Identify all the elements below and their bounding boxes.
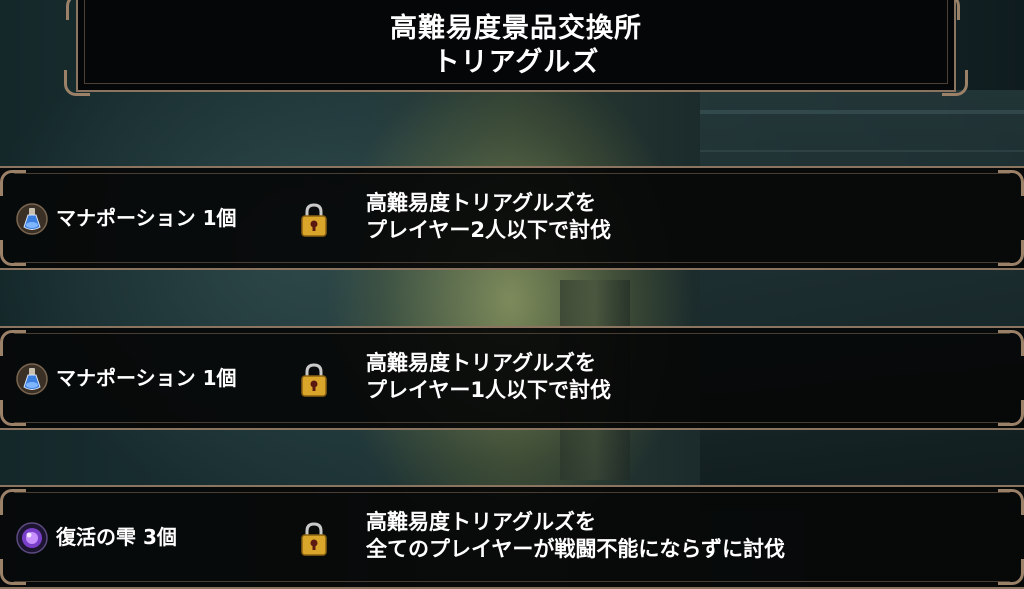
ornament-corner-icon	[0, 559, 26, 585]
ornament-corner-icon	[998, 400, 1024, 426]
unlock-condition: 高難易度トリアグルズを プレイヤー2人以下で討伐	[366, 190, 611, 244]
condition-line-2: プレイヤー2人以下で討伐	[366, 218, 611, 242]
reward-row[interactable]: 復活の雫 3個 高難易度トリアグルズを 全てのプレイヤーが戦闘不能にならずに討伐	[0, 485, 1024, 589]
ornament-corner-icon	[998, 170, 1024, 196]
mana-potion-icon	[16, 203, 48, 235]
reward-item-name: マナポーション 1個	[56, 206, 237, 230]
ornament-corner-icon	[0, 240, 26, 266]
ornament-corner-icon	[0, 330, 26, 356]
unlock-condition: 高難易度トリアグルズを プレイヤー1人以下で討伐	[366, 350, 611, 404]
condition-line-1: 高難易度トリアグルズを	[366, 510, 596, 534]
lock-icon	[301, 363, 327, 397]
game-screen: 高難易度景品交換所 トリアグルズ マナポーション 1個 高難易度トリアグルズを …	[0, 0, 1024, 589]
title-panel: 高難易度景品交換所 トリアグルズ	[76, 0, 956, 92]
revival-drop-icon	[16, 522, 48, 554]
reward-row[interactable]: マナポーション 1個 高難易度トリアグルズを プレイヤー2人以下で討伐	[0, 166, 1024, 270]
ornament-corner-icon	[66, 0, 92, 20]
ornament-corner-icon	[0, 489, 26, 515]
reward-row[interactable]: マナポーション 1個 高難易度トリアグルズを プレイヤー1人以下で討伐	[0, 326, 1024, 430]
reward-item-name: マナポーション 1個	[56, 366, 237, 390]
ornament-corner-icon	[998, 559, 1024, 585]
background-building	[700, 90, 1024, 510]
title-line-1: 高難易度景品交換所	[390, 13, 642, 44]
condition-line-1: 高難易度トリアグルズを	[366, 191, 596, 215]
ornament-corner-icon	[998, 240, 1024, 266]
title-line-2: トリアグルズ	[432, 47, 600, 78]
lock-icon	[301, 522, 327, 556]
condition-line-2: プレイヤー1人以下で討伐	[366, 378, 611, 402]
ornament-corner-icon	[998, 489, 1024, 515]
reward-item-name: 復活の雫 3個	[56, 525, 177, 549]
ornament-corner-icon	[0, 400, 26, 426]
condition-line-2: 全てのプレイヤーが戦闘不能にならずに討伐	[366, 537, 785, 561]
ornament-corner-icon	[0, 170, 26, 196]
page-title: 高難易度景品交換所 トリアグルズ	[78, 12, 954, 80]
ornament-corner-icon	[942, 70, 968, 96]
lock-icon	[301, 203, 327, 237]
condition-line-1: 高難易度トリアグルズを	[366, 351, 596, 375]
mana-potion-icon	[16, 363, 48, 395]
ornament-corner-icon	[998, 330, 1024, 356]
ornament-corner-icon	[64, 70, 90, 96]
unlock-condition: 高難易度トリアグルズを 全てのプレイヤーが戦闘不能にならずに討伐	[366, 509, 785, 563]
ornament-corner-icon	[934, 0, 960, 20]
